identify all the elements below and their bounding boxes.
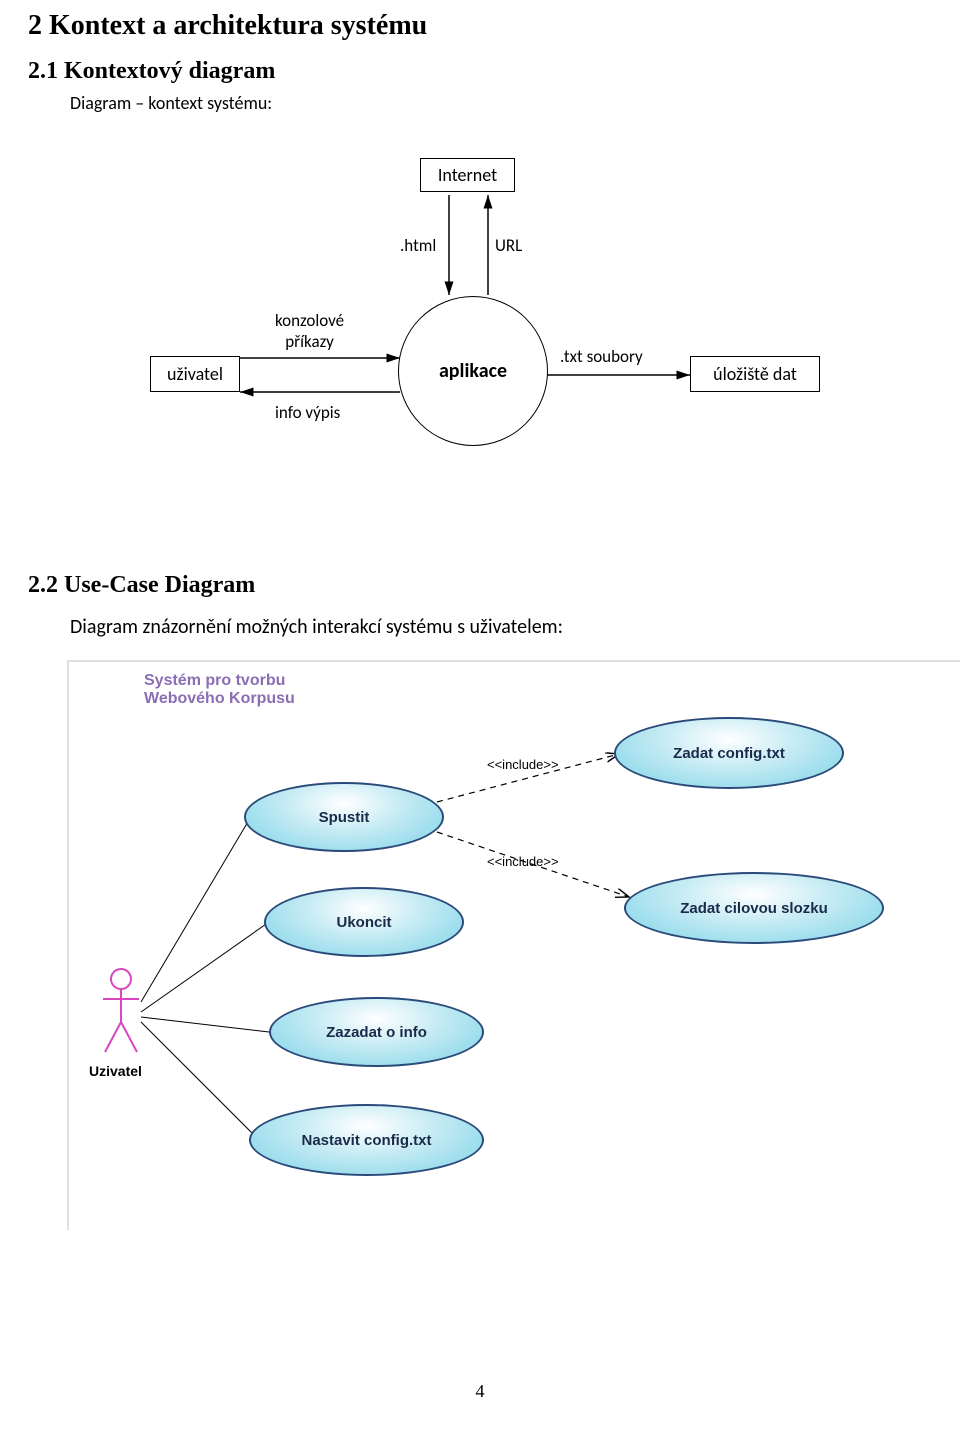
heading-section-2-1: 2.1 Kontextový diagram (28, 58, 275, 85)
actor-uzivatel: Uzivatel (99, 967, 143, 1077)
usecase-zazadat-info: Zazadat o info (269, 997, 484, 1067)
node-aplikace: aplikace (398, 296, 548, 446)
usecase-zadat-config: Zadat config.txt (614, 717, 844, 789)
include-label-1: <<include>> (487, 757, 559, 772)
node-uzivatel: uživatel (150, 356, 240, 392)
usecase-diagram: Systém pro tvorbu Webového Korpusu Uziva… (67, 660, 960, 1230)
heading-section-2-2: 2.2 Use-Case Diagram (28, 572, 255, 599)
context-diagram-caption: Diagram – kontext systému: (70, 92, 272, 114)
context-diagram: Internet uživatel aplikace úložiště dat … (130, 140, 870, 510)
edge-label-url: URL (495, 235, 522, 256)
edge-label-txt: .txt soubory (560, 346, 643, 367)
include-label-2: <<include>> (487, 854, 559, 869)
node-uloziste: úložiště dat (690, 356, 820, 392)
usecase-ukoncit: Ukoncit (264, 887, 464, 957)
usecase-nastavit-config: Nastavit config.txt (249, 1104, 484, 1176)
edge-label-konzolove: konzolové příkazy (275, 310, 344, 352)
usecase-spustit: Spustit (244, 782, 444, 852)
heading-chapter: 2 Kontext a architektura systému (28, 10, 427, 42)
edge-label-info: info výpis (275, 402, 340, 423)
actor-label: Uzivatel (89, 1063, 142, 1079)
page-number: 4 (476, 1381, 485, 1402)
usecase-zadat-cilovou-slozku: Zadat cilovou slozku (624, 872, 884, 944)
node-internet: Internet (420, 158, 515, 192)
edge-label-html: .html (400, 235, 436, 256)
usecase-diagram-caption: Diagram znázornění možných interakcí sys… (70, 615, 563, 639)
